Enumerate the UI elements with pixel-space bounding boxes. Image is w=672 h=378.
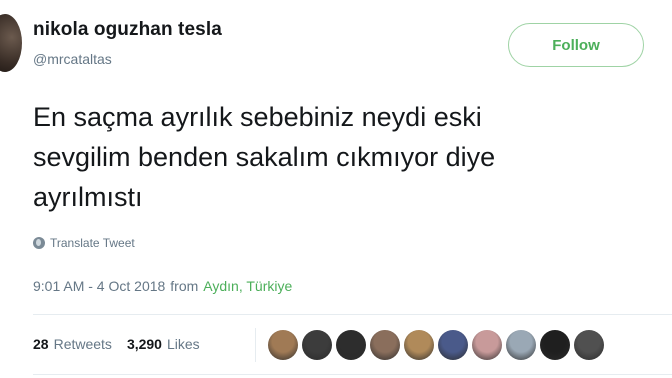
liker-avatars bbox=[268, 330, 604, 360]
author-avatar[interactable] bbox=[0, 14, 22, 72]
divider bbox=[33, 314, 672, 315]
author-handle[interactable]: @mrcataltas bbox=[33, 51, 112, 67]
divider bbox=[33, 374, 672, 375]
tweet-text: En saçma ayrılık sebebiniz neydi eski se… bbox=[33, 102, 496, 212]
author-name[interactable]: nikola oguzhan tesla bbox=[33, 19, 222, 41]
stats-separator bbox=[255, 328, 256, 362]
likes-count[interactable]: 3,290 bbox=[127, 336, 162, 352]
tweet-location[interactable]: Aydın, Türkiye bbox=[203, 278, 292, 294]
liker-avatar[interactable] bbox=[302, 330, 332, 360]
liker-avatar[interactable] bbox=[404, 330, 434, 360]
liker-avatar[interactable] bbox=[574, 330, 604, 360]
liker-avatar[interactable] bbox=[336, 330, 366, 360]
liker-avatar[interactable] bbox=[540, 330, 570, 360]
from-label: from bbox=[170, 278, 199, 294]
liker-avatar[interactable] bbox=[438, 330, 468, 360]
liker-avatar[interactable] bbox=[472, 330, 502, 360]
likes-label[interactable]: Likes bbox=[167, 336, 200, 352]
liker-avatar[interactable] bbox=[506, 330, 536, 360]
liker-avatar[interactable] bbox=[268, 330, 298, 360]
translate-label: Translate Tweet bbox=[50, 236, 135, 250]
retweets-count[interactable]: 28 bbox=[33, 336, 49, 352]
globe-icon bbox=[33, 237, 45, 249]
translate-tweet-link[interactable]: Translate Tweet bbox=[33, 236, 135, 250]
liker-avatar[interactable] bbox=[370, 330, 400, 360]
follow-button[interactable]: Follow bbox=[508, 23, 644, 67]
tweet-stats: 28 Retweets 3,290 Likes bbox=[33, 336, 210, 352]
tweet-timestamp[interactable]: 9:01 AM - 4 Oct 2018 bbox=[33, 278, 165, 294]
retweets-label[interactable]: Retweets bbox=[54, 336, 112, 352]
tweet-meta: 9:01 AM - 4 Oct 2018 from Aydın, Türkiye bbox=[33, 278, 292, 294]
